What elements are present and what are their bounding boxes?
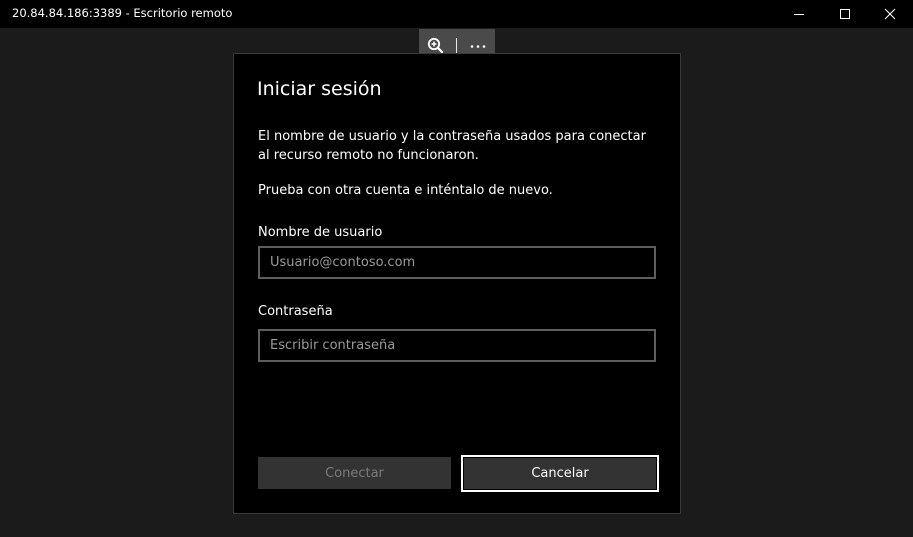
password-label: Contraseña: [258, 304, 333, 319]
minimize-icon: [794, 14, 804, 15]
minimize-button[interactable]: [776, 0, 822, 28]
close-icon: [884, 8, 896, 20]
cancel-button[interactable]: Cancelar: [461, 455, 659, 492]
title-bar[interactable]: 20.84.84.186:3389 - Escritorio remoto: [0, 0, 913, 28]
username-input[interactable]: [260, 248, 654, 277]
dialog-title: Iniciar sesión: [257, 78, 382, 100]
toolbar-divider: [456, 38, 457, 53]
close-button[interactable]: [867, 0, 913, 28]
retry-message: Prueba con otra cuenta e inténtalo de nu…: [258, 183, 553, 198]
remote-desktop-window: 20.84.84.186:3389 - Escritorio remoto In…: [0, 0, 913, 537]
error-message: El nombre de usuario y la contraseña usa…: [258, 129, 646, 163]
password-input[interactable]: [260, 331, 654, 360]
maximize-icon: [840, 9, 850, 19]
password-field-frame: [258, 329, 656, 362]
username-label: Nombre de usuario: [258, 225, 383, 240]
connect-button[interactable]: Conectar: [258, 457, 451, 489]
sign-in-dialog: Iniciar sesión El nombre de usuario y la…: [233, 53, 681, 514]
maximize-button[interactable]: [822, 0, 868, 28]
username-field-frame: [258, 246, 656, 279]
window-title: 20.84.84.186:3389 - Escritorio remoto: [12, 6, 233, 20]
